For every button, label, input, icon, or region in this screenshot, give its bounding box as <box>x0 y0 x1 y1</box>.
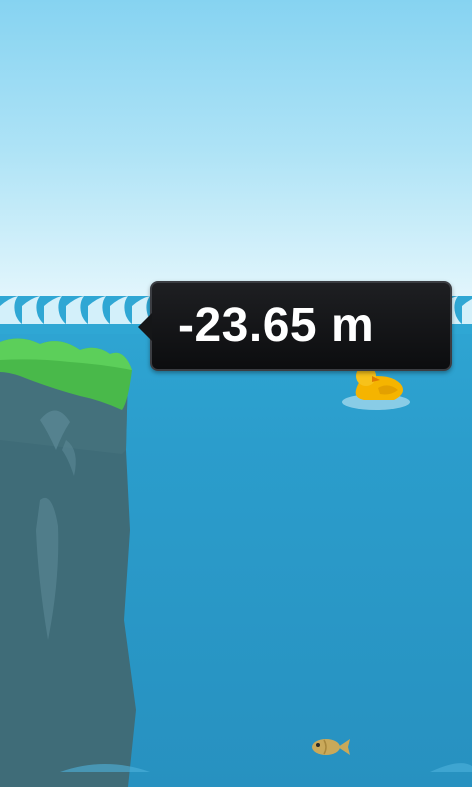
seabed-ripple <box>430 763 472 772</box>
tooltip-pointer <box>138 313 152 341</box>
game-scene[interactable]: -23.65 m <box>0 0 472 787</box>
grassy-cliff <box>0 338 136 787</box>
sky <box>0 0 472 300</box>
depth-readout-tooltip: -23.65 m <box>138 281 452 371</box>
seabed-ripple <box>60 764 150 772</box>
depth-value: -23.65 m <box>178 299 375 352</box>
fish <box>312 739 350 755</box>
